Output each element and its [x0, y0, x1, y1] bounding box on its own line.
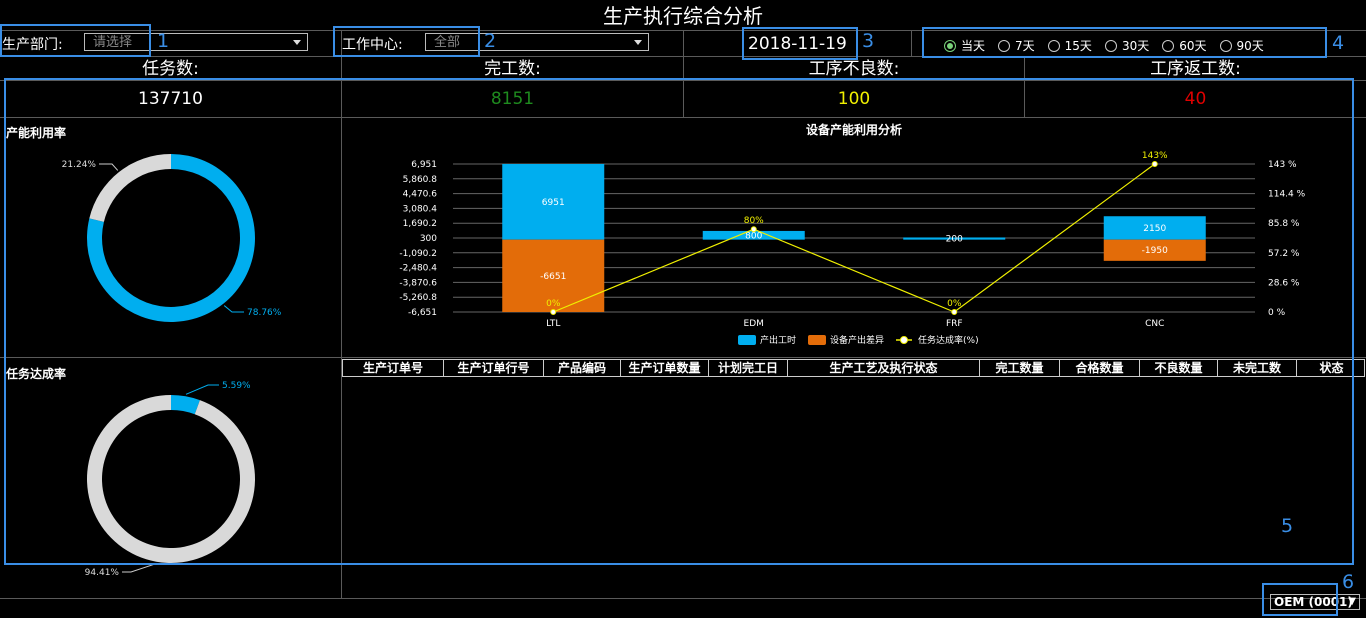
stat-label-rework: 工序返工数: [1150, 59, 1241, 79]
annotation-box-4 [922, 27, 1327, 58]
annotation-number-5: 5 [1281, 515, 1294, 537]
annotation-number-2: 2 [484, 30, 497, 52]
annotation-number-1: 1 [157, 30, 170, 52]
divider [911, 30, 912, 56]
page-title: 生产执行综合分析 [603, 4, 763, 28]
divider [0, 598, 1366, 599]
stat-label-completed: 完工数: [484, 59, 541, 79]
annotation-number-3: 3 [862, 30, 875, 52]
annotation-box-6 [1262, 583, 1338, 616]
annotation-box-3 [742, 27, 858, 60]
annotation-box-5 [4, 78, 1354, 565]
chevron-down-icon [293, 40, 301, 45]
chevron-down-icon [634, 40, 642, 45]
stat-label-tasks: 任务数: [142, 59, 199, 79]
stat-label-defects: 工序不良数: [808, 59, 900, 79]
donut-label: 94.41% [85, 568, 120, 578]
annotation-number-6: 6 [1342, 571, 1355, 593]
annotation-number-4: 4 [1332, 32, 1345, 54]
chevron-down-icon: ▼ [1348, 596, 1356, 607]
annotation-box-2 [333, 26, 480, 57]
annotation-box-1 [0, 24, 151, 57]
